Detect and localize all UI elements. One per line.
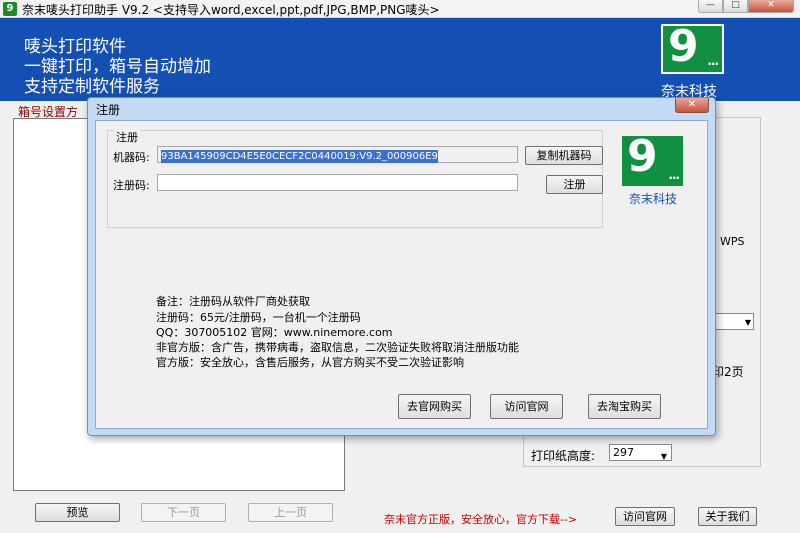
note-line: 备注：注册码从软件厂商处获取 bbox=[156, 295, 310, 308]
logo-nine-glyph: 9 bbox=[627, 131, 658, 182]
buy-taobao-button[interactable]: 去淘宝购买 bbox=[588, 394, 661, 419]
dialog-body: 注册 机器码: 93BA145909CD4E5E0CECF2C0440019:V… bbox=[95, 120, 708, 429]
logo-nine-glyph: 9 bbox=[668, 21, 699, 72]
chevron-down-icon: ▼ bbox=[660, 452, 667, 461]
dialog-company-logo: 9 ... bbox=[622, 132, 683, 186]
register-button[interactable]: 注册 bbox=[546, 175, 603, 194]
buy-official-site-button[interactable]: 去官网购买 bbox=[398, 394, 471, 419]
chevron-down-icon: ▼ bbox=[744, 318, 751, 327]
register-code-input[interactable] bbox=[157, 174, 518, 191]
note-line: QQ：307005102 官网：www.ninemore.com bbox=[156, 326, 393, 339]
note-line: 注册码：65元/注册码，一台机一个注册码 bbox=[156, 311, 361, 324]
app-icon: 9 bbox=[3, 2, 17, 16]
note-line: 官方版：安全放心，含售后服务，从官方购买不受二次验证影响 bbox=[156, 356, 464, 369]
logo-dots-glyph: ... bbox=[668, 168, 680, 182]
print-two-pages-label: 印2页 bbox=[712, 365, 744, 379]
preview-button[interactable]: 预览 bbox=[35, 503, 120, 522]
prev-page-button[interactable]: 上一页 bbox=[248, 503, 333, 522]
company-logo: 9 ... bbox=[661, 21, 724, 74]
register-code-label: 注册码: bbox=[113, 179, 150, 192]
wps-option-label: WPS bbox=[720, 235, 745, 248]
paper-height-label: 打印纸高度: bbox=[531, 449, 596, 463]
header-banner: 唛头打印软件 一键打印，箱号自动增加 支持定制软件服务 9 ... 奈末科技 bbox=[0, 18, 800, 101]
official-notice-text: 奈末官方正版，安全放心，官方下载--> bbox=[384, 513, 578, 526]
note-line: 非官方版：含广告，携带病毒，盗取信息，二次验证失败将取消注册版功能 bbox=[156, 341, 519, 354]
settings-dropdown[interactable]: ▼ bbox=[712, 313, 754, 330]
copy-machine-code-button[interactable]: 复制机器码 bbox=[525, 146, 603, 165]
dialog-close-button[interactable]: ✕ bbox=[675, 98, 709, 113]
register-dialog: 注册 ✕ 注册 机器码: 93BA145909CD4E5E0CECF2C0440… bbox=[87, 97, 716, 436]
logo-dots-glyph: ... bbox=[707, 54, 719, 68]
maximize-button[interactable]: □ bbox=[723, 0, 748, 13]
machine-code-value: 93BA145909CD4E5E0CECF2C0440019:V9.2_0009… bbox=[161, 150, 438, 163]
register-group-title: 注册 bbox=[114, 129, 140, 145]
machine-code-label: 机器码: bbox=[113, 151, 150, 164]
close-button[interactable]: ✕ bbox=[748, 0, 794, 13]
visit-official-site-button[interactable]: 访问官网 bbox=[490, 394, 563, 419]
window-title: 奈末唛头打印助手 V9.2 <支持导入word,excel,ppt,pdf,JP… bbox=[22, 3, 440, 17]
banner-service-text: 支持定制软件服务 bbox=[24, 77, 160, 97]
dialog-company-name: 奈末科技 bbox=[629, 192, 678, 206]
next-page-button[interactable]: 下一页 bbox=[141, 503, 226, 522]
machine-code-field[interactable]: 93BA145909CD4E5E0CECF2C0440019:V9.2_0009… bbox=[157, 146, 518, 163]
visit-website-button[interactable]: 访问官网 bbox=[615, 507, 675, 526]
minimize-button[interactable]: — bbox=[698, 0, 723, 13]
paper-height-value: 297 bbox=[613, 446, 634, 459]
paper-height-select[interactable]: 297 ▼ bbox=[609, 444, 672, 461]
about-us-button[interactable]: 关于我们 bbox=[698, 507, 757, 526]
dialog-title: 注册 bbox=[96, 103, 121, 117]
